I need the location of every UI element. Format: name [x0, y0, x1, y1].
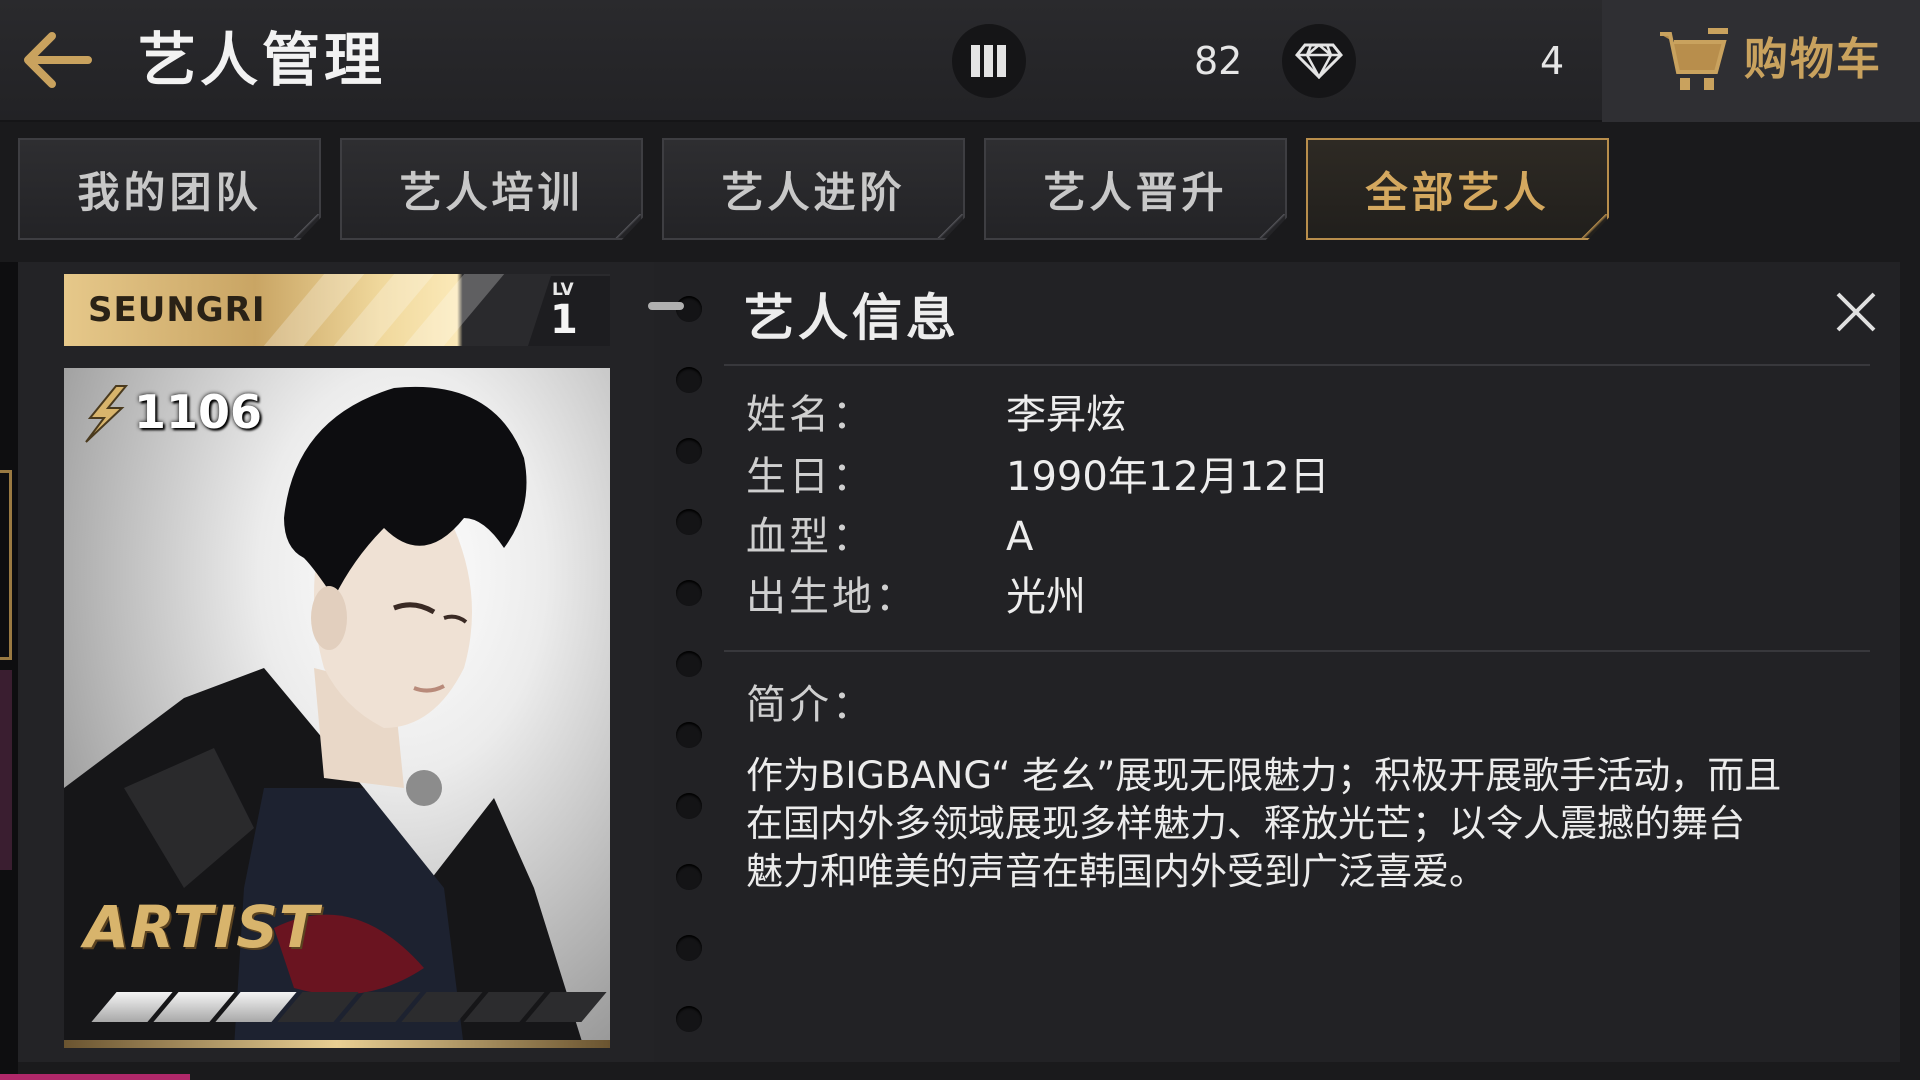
field-label-name: 姓名：	[746, 392, 875, 438]
bookmark-pin	[648, 302, 684, 310]
list-item-edge-selected[interactable]	[0, 470, 12, 660]
field-value-birthday: 1990年12月12日	[1006, 454, 1330, 500]
notebook-ring	[676, 580, 702, 606]
close-icon	[1836, 292, 1876, 332]
field-value-birthplace: 光州	[1006, 574, 1086, 620]
tab-label: 我的团队	[77, 167, 262, 217]
tab-corner	[937, 214, 963, 238]
tab-all-artists[interactable]: 全部艺人	[1306, 138, 1609, 240]
shop-label: 购物车	[1744, 34, 1882, 85]
notebook-ring	[676, 935, 702, 961]
divider	[724, 364, 1870, 366]
tab-artist-training[interactable]: 艺人培训	[340, 138, 643, 240]
notebook-ring	[676, 367, 702, 393]
notebook-ring	[676, 864, 702, 890]
tab-label: 艺人晋升	[1043, 167, 1228, 217]
level-value: 1	[550, 297, 578, 343]
notebook-ring	[676, 438, 702, 464]
artist-badge-text: ARTIST	[84, 893, 320, 961]
field-value-blood-type: A	[1006, 514, 1034, 560]
artist-info-panel	[654, 262, 1900, 1062]
energy-resource-button[interactable]	[952, 24, 1026, 98]
notebook-ring	[676, 509, 702, 535]
field-label-birthday: 生日：	[746, 454, 875, 500]
top-bar: 艺人管理 82 4 购物车	[0, 0, 1920, 122]
back-button[interactable]	[22, 30, 94, 90]
bio-line: 作为BIGBANG“ 老幺”展现无限魅力；积极开展歌手活动，而且	[746, 754, 1782, 797]
bottom-accent-bar	[0, 1074, 190, 1080]
notebook-rings	[660, 262, 702, 1062]
tab-corner	[293, 214, 319, 238]
power-value: 1106	[134, 385, 263, 439]
tab-corner	[1259, 214, 1285, 238]
bio-line: 在国内外多领域展现多样魅力、释放光芒；以令人震撼的舞台	[746, 802, 1745, 845]
lightning-icon	[85, 385, 129, 443]
tab-corner	[615, 214, 641, 238]
list-item-edge[interactable]	[0, 670, 12, 870]
bio-text: 作为BIGBANG“ 老幺”展现无限魅力；积极开展歌手活动，而且 在国内外多领域…	[746, 752, 1846, 896]
notebook-ring	[676, 651, 702, 677]
arrow-left-icon	[24, 32, 92, 88]
notebook-ring	[676, 1006, 702, 1032]
notebook-ring	[676, 722, 702, 748]
field-label-blood-type: 血型：	[746, 514, 875, 560]
divider	[724, 650, 1870, 652]
tab-artist-promotion[interactable]: 艺人晋升	[984, 138, 1287, 240]
tab-label: 全部艺人	[1365, 167, 1550, 217]
field-value-name: 李昇炫	[1006, 392, 1126, 438]
diamond-resource-button[interactable]	[1282, 24, 1356, 98]
energy-value: 82	[1194, 39, 1243, 83]
bio-label: 简介：	[746, 682, 875, 728]
tab-my-team[interactable]: 我的团队	[18, 138, 321, 240]
card-gold-trim	[64, 1040, 610, 1048]
close-button[interactable]	[1832, 288, 1880, 336]
tab-label: 艺人培训	[399, 167, 584, 217]
energy-bars-icon	[971, 45, 1006, 77]
field-label-birthplace: 出生地：	[746, 574, 918, 620]
tab-artist-advance[interactable]: 艺人进阶	[662, 138, 965, 240]
artist-name-en: SEUNGRI	[88, 290, 266, 330]
tab-label: 艺人进阶	[721, 167, 906, 217]
bio-line: 魅力和唯美的声音在韩国内外受到广泛喜爱。	[746, 850, 1486, 893]
info-title: 艺人信息	[744, 289, 960, 347]
shopping-cart-icon	[1660, 28, 1728, 90]
page-title: 艺人管理	[138, 26, 387, 94]
diamond-value: 4	[1540, 39, 1565, 83]
notebook-ring	[676, 793, 702, 819]
shop-button[interactable]: 购物车	[1602, 0, 1920, 122]
diamond-icon	[1295, 43, 1343, 79]
tab-corner	[1581, 214, 1607, 238]
level-progress	[84, 992, 607, 1022]
